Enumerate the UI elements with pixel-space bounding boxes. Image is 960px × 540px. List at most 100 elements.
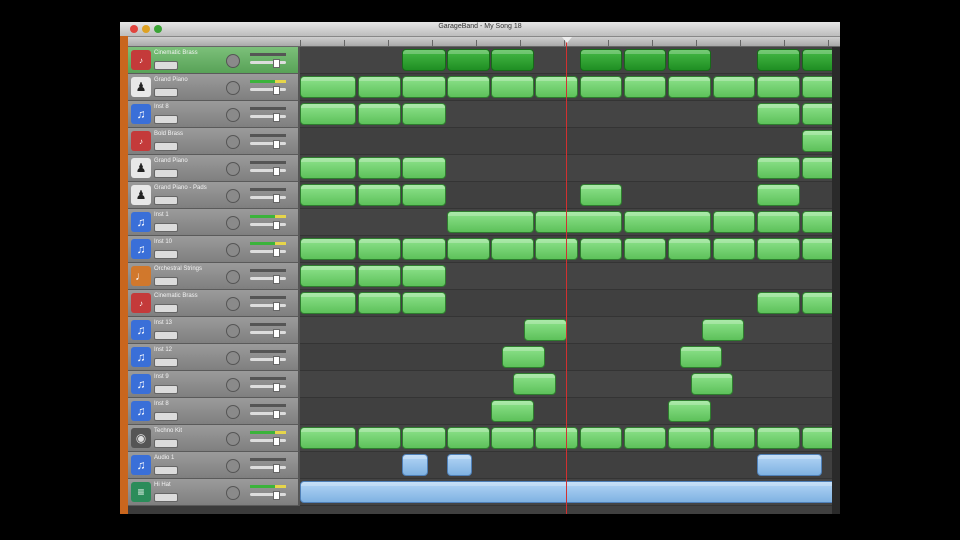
- pan-knob[interactable]: [226, 216, 240, 230]
- track-header[interactable]: ♫ Inst 13: [128, 317, 300, 344]
- region[interactable]: [300, 157, 356, 179]
- region[interactable]: [402, 76, 446, 98]
- volume-slider[interactable]: [250, 464, 286, 473]
- volume-slider[interactable]: [250, 356, 286, 365]
- region[interactable]: [402, 427, 446, 449]
- region[interactable]: [624, 238, 666, 260]
- pan-knob[interactable]: [226, 432, 240, 446]
- playhead-handle[interactable]: [562, 37, 572, 43]
- mute-solo-buttons[interactable]: [154, 196, 178, 205]
- track-lane[interactable]: [300, 263, 840, 290]
- region[interactable]: [402, 238, 446, 260]
- mute-solo-buttons[interactable]: [154, 385, 178, 394]
- region[interactable]: [713, 427, 755, 449]
- pan-knob[interactable]: [226, 81, 240, 95]
- region[interactable]: [713, 238, 755, 260]
- region[interactable]: [580, 49, 622, 71]
- mute-solo-buttons[interactable]: [154, 358, 178, 367]
- mute-solo-buttons[interactable]: [154, 466, 178, 475]
- track-lane[interactable]: [300, 47, 840, 74]
- region[interactable]: [757, 157, 800, 179]
- region[interactable]: [535, 427, 578, 449]
- region[interactable]: [580, 184, 622, 206]
- region[interactable]: [757, 76, 800, 98]
- track-lane[interactable]: [300, 128, 840, 155]
- region[interactable]: [447, 454, 472, 476]
- track-lane[interactable]: [300, 101, 840, 128]
- track-lane[interactable]: [300, 479, 840, 506]
- region[interactable]: [447, 49, 490, 71]
- mute-solo-buttons[interactable]: [154, 169, 178, 178]
- region[interactable]: [447, 76, 490, 98]
- pan-knob[interactable]: [226, 162, 240, 176]
- region[interactable]: [402, 49, 446, 71]
- volume-slider[interactable]: [250, 437, 286, 446]
- region[interactable]: [402, 184, 446, 206]
- region[interactable]: [757, 211, 800, 233]
- region[interactable]: [757, 292, 800, 314]
- region[interactable]: [513, 373, 556, 395]
- region[interactable]: [757, 427, 800, 449]
- region[interactable]: [358, 184, 401, 206]
- region[interactable]: [624, 211, 711, 233]
- mute-solo-buttons[interactable]: [154, 115, 178, 124]
- region[interactable]: [691, 373, 733, 395]
- region[interactable]: [300, 184, 356, 206]
- track-header[interactable]: ♫ Inst 9: [128, 371, 300, 398]
- region[interactable]: [624, 49, 666, 71]
- region[interactable]: [668, 427, 711, 449]
- pan-knob[interactable]: [226, 135, 240, 149]
- volume-slider[interactable]: [250, 194, 286, 203]
- region[interactable]: [535, 211, 622, 233]
- pan-knob[interactable]: [226, 378, 240, 392]
- region[interactable]: [358, 76, 401, 98]
- track-lane[interactable]: [300, 74, 840, 101]
- pan-knob[interactable]: [226, 351, 240, 365]
- track-header[interactable]: ♫ Audio 1: [128, 452, 300, 479]
- mute-solo-buttons[interactable]: [154, 331, 178, 340]
- track-header[interactable]: ♫ Inst 8: [128, 101, 300, 128]
- track-lane[interactable]: [300, 236, 840, 263]
- region[interactable]: [358, 103, 401, 125]
- region[interactable]: [757, 454, 822, 476]
- region[interactable]: [668, 49, 711, 71]
- region[interactable]: [447, 211, 534, 233]
- region[interactable]: [402, 454, 428, 476]
- pan-knob[interactable]: [226, 324, 240, 338]
- vertical-scrollbar[interactable]: [832, 47, 840, 514]
- region[interactable]: [624, 76, 666, 98]
- volume-slider[interactable]: [250, 302, 286, 311]
- pan-knob[interactable]: [226, 459, 240, 473]
- region[interactable]: [402, 157, 446, 179]
- mute-solo-buttons[interactable]: [154, 493, 178, 502]
- track-header[interactable]: ♟ Grand Piano - Pads: [128, 182, 300, 209]
- region[interactable]: [502, 346, 545, 368]
- region[interactable]: [358, 157, 401, 179]
- volume-slider[interactable]: [250, 248, 286, 257]
- region[interactable]: [668, 400, 711, 422]
- volume-slider[interactable]: [250, 221, 286, 230]
- pan-knob[interactable]: [226, 243, 240, 257]
- region[interactable]: [447, 427, 490, 449]
- region[interactable]: [300, 103, 356, 125]
- region[interactable]: [757, 103, 800, 125]
- region[interactable]: [402, 103, 446, 125]
- region[interactable]: [300, 76, 356, 98]
- track-header[interactable]: ♪ Bold Brass: [128, 128, 300, 155]
- region[interactable]: [491, 76, 534, 98]
- region[interactable]: [580, 238, 622, 260]
- region[interactable]: [491, 238, 534, 260]
- track-lane[interactable]: [300, 209, 840, 236]
- region[interactable]: [402, 265, 446, 287]
- mute-solo-buttons[interactable]: [154, 88, 178, 97]
- track-lane[interactable]: [300, 182, 840, 209]
- region[interactable]: [580, 76, 622, 98]
- track-header[interactable]: ◉ Techno Kit: [128, 425, 300, 452]
- track-lane[interactable]: [300, 155, 840, 182]
- region[interactable]: [491, 427, 534, 449]
- region[interactable]: [491, 49, 534, 71]
- mute-solo-buttons[interactable]: [154, 61, 178, 70]
- region[interactable]: [702, 319, 744, 341]
- track-lane[interactable]: [300, 452, 840, 479]
- track-header[interactable]: ♫ Inst 8: [128, 398, 300, 425]
